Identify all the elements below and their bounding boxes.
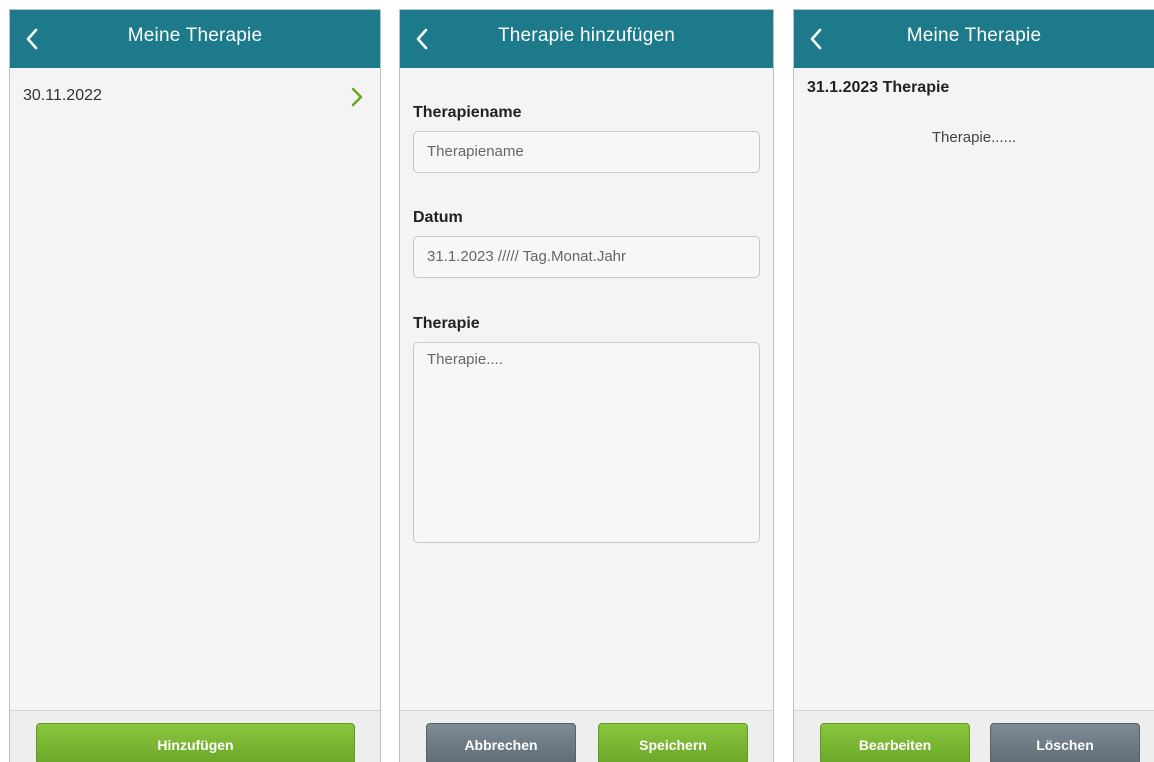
add-therapy-screen: Therapie hinzufügen Therapiename Datum T…: [399, 9, 774, 762]
date-label: Datum: [413, 209, 463, 226]
app-header: Meine Therapie: [10, 10, 380, 68]
therapy-name-label: Therapiename: [413, 104, 522, 121]
edit-button[interactable]: Bearbeiten: [820, 723, 970, 762]
therapy-name-field[interactable]: [413, 131, 760, 173]
app-header: Therapie hinzufügen: [400, 10, 773, 68]
footer-bar: Bearbeiten Löschen: [794, 710, 1154, 762]
page-title: Meine Therapie: [127, 25, 263, 46]
page-title: Therapie hinzufügen: [497, 25, 676, 46]
delete-button[interactable]: Löschen: [990, 723, 1140, 762]
therapy-list-screen: Meine Therapie 30.11.2022 Hinzufügen: [9, 9, 381, 762]
therapy-date: 30.11.2022: [23, 87, 102, 104]
cancel-button[interactable]: Abbrechen: [426, 723, 576, 762]
footer-bar: Hinzufügen: [10, 710, 380, 762]
list-item[interactable]: 30.11.2022: [10, 68, 380, 122]
footer-bar: Abbrechen Speichern: [400, 710, 773, 762]
app-header: Meine Therapie: [794, 10, 1154, 68]
save-button[interactable]: Speichern: [598, 723, 748, 762]
therapy-detail-body: Therapie......: [931, 129, 1017, 146]
date-field[interactable]: [413, 236, 760, 278]
therapy-label: Therapie: [413, 315, 480, 332]
add-button[interactable]: Hinzufügen: [36, 723, 355, 762]
chevron-right-icon: [351, 87, 363, 107]
therapy-textarea[interactable]: [413, 342, 760, 543]
therapy-detail-title: 31.1.2023 Therapie: [807, 79, 950, 96]
therapy-detail-screen: Meine Therapie 31.1.2023 Therapie Therap…: [793, 9, 1154, 762]
page-title: Meine Therapie: [906, 25, 1042, 46]
